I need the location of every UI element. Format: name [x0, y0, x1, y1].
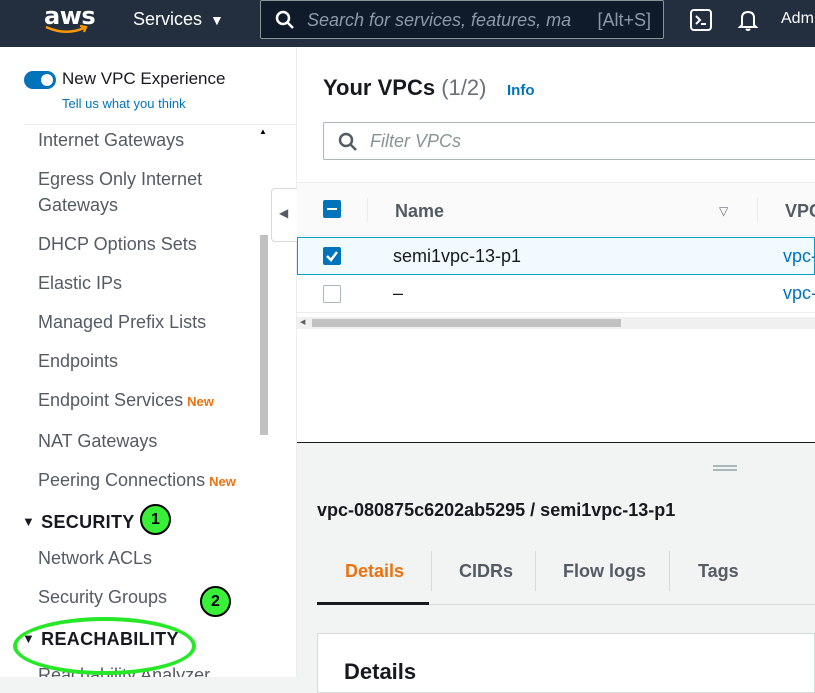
column-separator: [757, 198, 758, 222]
vpc-name-cell: –: [393, 283, 404, 303]
section-security-toggle[interactable]: ▼ SECURITY: [22, 512, 135, 533]
services-label: Services: [133, 9, 203, 29]
tab-details[interactable]: Details: [345, 561, 404, 582]
filter-vpcs-input[interactable]: Filter VPCs: [323, 122, 815, 160]
table-header: Name ▽ VPC: [297, 182, 815, 236]
column-header-name[interactable]: Name: [395, 201, 444, 222]
sidebar-item-managed-prefix-lists[interactable]: Managed Prefix Lists: [38, 309, 206, 335]
global-search-input[interactable]: Search for services, features, ma [Alt+S…: [260, 0, 664, 39]
side-navigation: New VPC Experience Tell us what you thin…: [0, 47, 297, 677]
sidebar-item-elastic-ips[interactable]: Elastic IPs: [38, 270, 122, 296]
new-vpc-experience-toggle[interactable]: [24, 71, 56, 89]
sidebar-item-egress-only-internet-gateways-line2[interactable]: Gateways: [38, 192, 118, 218]
aws-smile-icon: [45, 24, 88, 33]
details-tabs: Details CIDRs Flow logs Tags: [317, 543, 815, 605]
tab-flow-logs[interactable]: Flow logs: [563, 561, 646, 582]
triangle-down-icon: ▼: [22, 514, 36, 529]
filter-placeholder: Filter VPCs: [370, 131, 462, 151]
tab-separator: [431, 551, 432, 591]
vpc-details-panel: vpc-080875c6202ab5295 / semi1vpc-13-p1 D…: [297, 442, 815, 693]
vpc-name-cell: semi1vpc-13-p1: [393, 246, 522, 266]
aws-logo[interactable]: aws: [44, 2, 96, 36]
cloudshell-icon[interactable]: [689, 8, 713, 32]
search-icon: [275, 10, 294, 29]
peering-connections-label: Peering Connections: [38, 470, 206, 490]
table-scrollbar-thumb[interactable]: [312, 319, 621, 327]
vpc-id-link[interactable]: vpc-: [783, 246, 815, 267]
sidebar-item-dhcp-options-sets[interactable]: DHCP Options Sets: [38, 231, 197, 257]
vpc-id-link[interactable]: vpc-: [783, 283, 815, 304]
new-badge: New: [209, 474, 236, 489]
collapse-sidebar-button[interactable]: ◀: [271, 188, 297, 242]
select-all-checkbox[interactable]: [323, 200, 341, 218]
page-title-text: Your VPCs: [323, 75, 436, 100]
page-title: Your VPCs (1/2): [323, 75, 486, 101]
table-row[interactable]: semi1vpc-13-p1 vpc-: [297, 237, 815, 275]
tab-separator: [669, 551, 670, 591]
annotation-marker-1: 1: [140, 504, 171, 535]
section-security-label: SECURITY: [41, 512, 135, 532]
active-tab-indicator: [317, 602, 429, 605]
endpoint-services-label: Endpoint Services: [38, 390, 184, 410]
sidebar-item-security-groups[interactable]: Security Groups: [38, 584, 167, 610]
sidebar-item-peering-connections[interactable]: Peering Connections New: [38, 467, 236, 495]
sidebar-item-egress-only-internet-gateways[interactable]: Egress Only Internet: [38, 166, 202, 192]
scroll-up-arrow-icon[interactable]: ▲: [259, 127, 267, 136]
tab-separator: [535, 551, 536, 591]
feedback-link[interactable]: Tell us what you think: [62, 96, 186, 111]
main-content: Your VPCs (1/2) Info Filter VPCs Name ▽ …: [297, 47, 815, 693]
top-navigation: aws Services ▼ Search for services, feat…: [0, 0, 815, 47]
scroll-left-arrow-icon[interactable]: ◀: [300, 318, 305, 326]
sidebar-item-network-acls[interactable]: Network ACLs: [38, 545, 152, 571]
caret-down-icon: ▼: [210, 11, 224, 28]
tab-tags[interactable]: Tags: [698, 561, 739, 582]
chevron-left-icon: ◀: [279, 206, 289, 220]
new-badge: New: [187, 394, 214, 409]
annotation-highlight-ellipse: [13, 617, 196, 675]
selection-count: (1/2): [441, 75, 487, 100]
sidebar-item-nat-gateways[interactable]: NAT Gateways: [38, 428, 157, 454]
sidebar-item-endpoint-services[interactable]: Endpoint Services New: [38, 387, 214, 415]
info-link[interactable]: Info: [507, 82, 535, 99]
column-header-vpc-id[interactable]: VPC: [785, 201, 815, 222]
services-menu-button[interactable]: Services ▼: [133, 9, 224, 30]
table-horizontal-scrollbar[interactable]: ◀: [297, 317, 815, 329]
table-row[interactable]: – vpc-: [297, 275, 815, 313]
tab-cidrs[interactable]: CIDRs: [459, 561, 513, 582]
sidebar-item-internet-gateways[interactable]: Internet Gateways: [38, 127, 184, 153]
annotation-marker-2: 2: [200, 586, 231, 617]
details-title: vpc-080875c6202ab5295 / semi1vpc-13-p1: [317, 500, 676, 520]
row-checkbox[interactable]: [323, 285, 341, 303]
row-checkbox[interactable]: [323, 247, 341, 265]
sort-down-icon[interactable]: ▽: [719, 204, 728, 218]
column-separator: [367, 198, 368, 222]
resize-handle-icon[interactable]: [713, 465, 737, 471]
checkmark-icon: [326, 251, 338, 262]
search-placeholder: Search for services, features, ma: [307, 10, 572, 30]
details-card: Details: [317, 633, 815, 693]
account-menu[interactable]: Adm: [781, 10, 814, 28]
details-card-title: Details: [344, 659, 417, 684]
sidebar-item-endpoints[interactable]: Endpoints: [38, 348, 118, 374]
bell-icon[interactable]: [736, 8, 760, 32]
search-shortcut-hint: [Alt+S]: [597, 10, 651, 30]
sidebar-scrollbar[interactable]: ▲: [258, 125, 268, 677]
sidebar-scrollbar-thumb[interactable]: [260, 235, 268, 435]
new-vpc-experience-label: New VPC Experience: [62, 69, 226, 88]
vpc-list-panel: Your VPCs (1/2) Info Filter VPCs Name ▽ …: [297, 47, 815, 442]
search-icon: [338, 132, 357, 151]
